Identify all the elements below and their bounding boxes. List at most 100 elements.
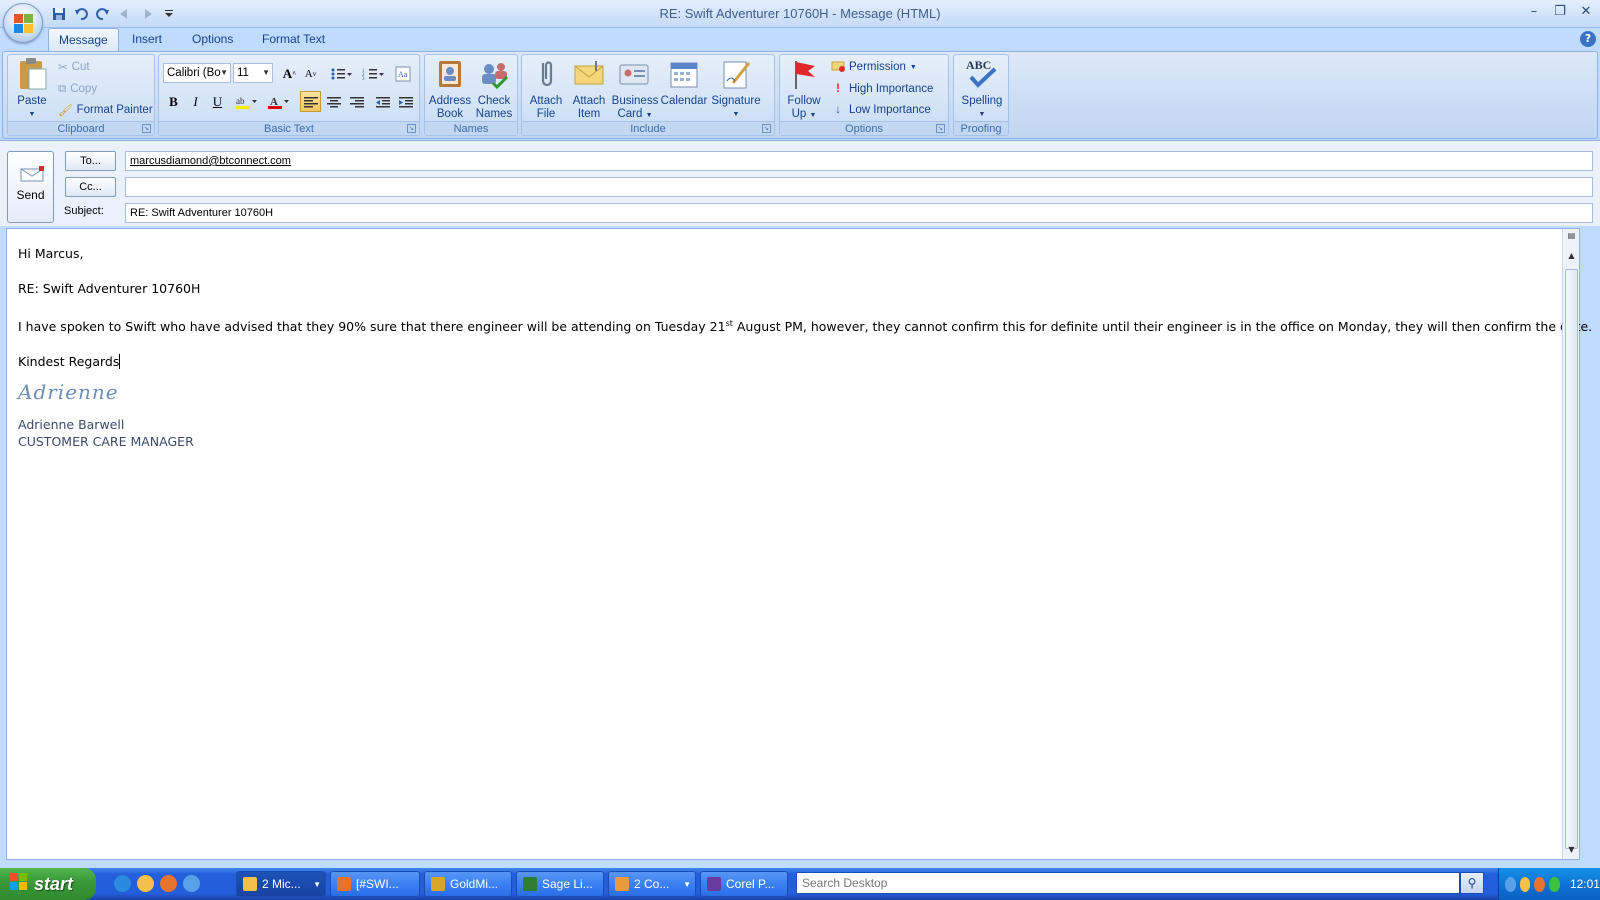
task-goldmine[interactable]: GoldMi...	[424, 871, 512, 897]
include-group: Attach File Attach Item Business Card ▼ …	[521, 54, 775, 136]
tray-outlook-icon[interactable]	[1519, 876, 1531, 892]
paperclip-icon	[529, 57, 563, 91]
signature-button[interactable]: Signature ▼	[710, 57, 762, 121]
to-field[interactable]: marcusdiamond@btconnect.com	[125, 151, 1593, 171]
options-launcher-icon[interactable]: ↘	[936, 124, 945, 133]
minimize-button[interactable]: –	[1526, 4, 1542, 19]
task-outlook[interactable]: 2 Mic... ▼	[236, 871, 326, 897]
outlook-task-icon	[243, 877, 257, 891]
align-center-icon[interactable]	[323, 91, 344, 112]
scroll-down-icon[interactable]: ▼	[1565, 845, 1578, 857]
tab-options[interactable]: Options	[182, 28, 243, 51]
low-importance-button[interactable]: ↓ Low Importance	[831, 100, 931, 120]
subject-label: Subject:	[64, 205, 104, 217]
search-icon[interactable]: ⚲	[1460, 872, 1484, 894]
task-label: [#SWI...	[356, 877, 399, 891]
underline-button[interactable]: U	[207, 91, 228, 112]
bullets-icon[interactable]	[326, 63, 356, 84]
spelling-label: Spelling	[961, 95, 1003, 107]
task-label: Corel P...	[726, 877, 775, 891]
text-caret	[119, 354, 121, 370]
options-group-label: Options	[780, 121, 948, 135]
check-names-button[interactable]: Check Names	[472, 57, 516, 121]
tab-insert[interactable]: Insert	[122, 28, 172, 51]
tray-app-icon[interactable]	[1534, 876, 1546, 892]
cc-field[interactable]	[125, 177, 1593, 197]
task-firefox[interactable]: [#SWI...	[330, 871, 420, 897]
basic-text-launcher-icon[interactable]: ↘	[407, 124, 416, 133]
desktop-search-input[interactable]: Search Desktop	[796, 872, 1460, 894]
follow-up-button[interactable]: Follow Up ▼	[783, 57, 825, 122]
subject-field[interactable]: RE: Swift Adventurer 10760H	[125, 203, 1593, 223]
to-button[interactable]: To...	[65, 151, 116, 171]
sage-task-icon	[523, 877, 537, 891]
clipboard-group: Paste ▼ ✂ Cut ⧉ Copy 🖌 Format Painter Cl…	[7, 54, 155, 136]
business-card-button[interactable]: Business Card ▼	[611, 57, 659, 122]
increase-indent-icon[interactable]	[395, 91, 416, 112]
envelope-icon	[572, 57, 606, 91]
calendar-button[interactable]: Calendar	[659, 57, 709, 108]
italic-button[interactable]: I	[185, 91, 206, 112]
attach-file-button[interactable]: Attach File	[525, 57, 567, 121]
include-launcher-icon[interactable]: ↘	[762, 124, 771, 133]
signature-label: Signature	[711, 95, 761, 107]
start-button[interactable]: start	[0, 868, 96, 900]
tab-format-text[interactable]: Format Text	[252, 28, 335, 51]
attach-item-label-1: Attach	[572, 95, 606, 107]
to-recipient[interactable]: marcusdiamond@btconnect.com	[130, 155, 291, 167]
format-painter-button[interactable]: 🖌 Format Painter	[58, 100, 153, 120]
high-importance-button[interactable]: ! High Importance	[831, 79, 933, 99]
task-sage[interactable]: Sage Li...	[516, 871, 604, 897]
align-right-icon[interactable]	[346, 91, 367, 112]
numbering-icon[interactable]: 123	[358, 63, 388, 84]
task-label: GoldMi...	[450, 877, 499, 891]
task-corel[interactable]: Corel P...	[700, 871, 788, 897]
tray-expand-icon[interactable]	[1505, 876, 1516, 892]
clipboard-launcher-icon[interactable]: ↘	[142, 124, 151, 133]
send-button[interactable]: Send	[7, 151, 54, 223]
message-body[interactable]: Hi Marcus, RE: Swift Adventurer 10760H I…	[6, 228, 1592, 860]
closing-text: Kindest Regards	[18, 354, 120, 370]
restore-button[interactable]: ❐	[1552, 4, 1568, 19]
greeting-line: Hi Marcus,	[18, 246, 84, 261]
cut-button[interactable]: ✂ Cut	[58, 57, 90, 77]
paste-button[interactable]: Paste ▼	[12, 57, 52, 121]
align-left-icon[interactable]	[300, 91, 321, 112]
address-book-button[interactable]: Address Book	[428, 57, 472, 121]
clear-formatting-icon[interactable]: Aa	[392, 63, 413, 84]
quick-launch	[114, 875, 200, 892]
decrease-indent-icon[interactable]	[372, 91, 393, 112]
copy-button[interactable]: ⧉ Copy	[58, 79, 97, 99]
scroll-thumb[interactable]	[1565, 269, 1578, 849]
shrink-font-icon[interactable]: Av	[300, 63, 321, 84]
font-color-icon[interactable]: A	[264, 91, 294, 112]
font-size-combo[interactable]: 11 ▼	[233, 63, 273, 83]
window-title: RE: Swift Adventurer 10760H - Message (H…	[659, 6, 941, 21]
bold-button[interactable]: B	[163, 91, 184, 112]
tray-status-icon[interactable]	[1549, 876, 1560, 892]
handwritten-signature: Adrienne	[18, 380, 119, 405]
vertical-scrollbar[interactable]: ▤ ▲ ▼	[1562, 229, 1579, 859]
svg-text:Aa: Aa	[398, 70, 408, 79]
cc-button[interactable]: Cc...	[65, 177, 116, 197]
highlight-icon[interactable]: ab	[232, 91, 262, 112]
grow-font-icon[interactable]: A ^	[279, 63, 300, 84]
font-name-combo[interactable]: Calibri (Bo ▼	[163, 63, 231, 83]
firefox-icon[interactable]	[160, 875, 177, 892]
outlook-icon[interactable]	[137, 875, 154, 892]
ie-icon[interactable]	[114, 875, 131, 892]
office-button[interactable]	[3, 3, 43, 43]
task-2co[interactable]: 2 Co... ▼	[608, 871, 696, 897]
close-button[interactable]: ✕	[1578, 4, 1594, 19]
spelling-button[interactable]: ABC Spelling ▼	[956, 57, 1008, 121]
attach-item-button[interactable]: Attach Item	[567, 57, 611, 121]
include-group-label: Include	[522, 121, 774, 135]
signature-icon	[719, 57, 753, 91]
copy-label: Copy	[70, 83, 98, 95]
scroll-up-icon[interactable]: ▲	[1565, 251, 1578, 263]
tab-message[interactable]: Message	[48, 28, 119, 51]
desktop-icon[interactable]	[183, 875, 200, 892]
help-icon[interactable]: ?	[1580, 31, 1596, 47]
permission-button[interactable]: Permission ▼	[831, 57, 917, 77]
ruler-toggle-icon[interactable]: ▤	[1565, 231, 1578, 243]
